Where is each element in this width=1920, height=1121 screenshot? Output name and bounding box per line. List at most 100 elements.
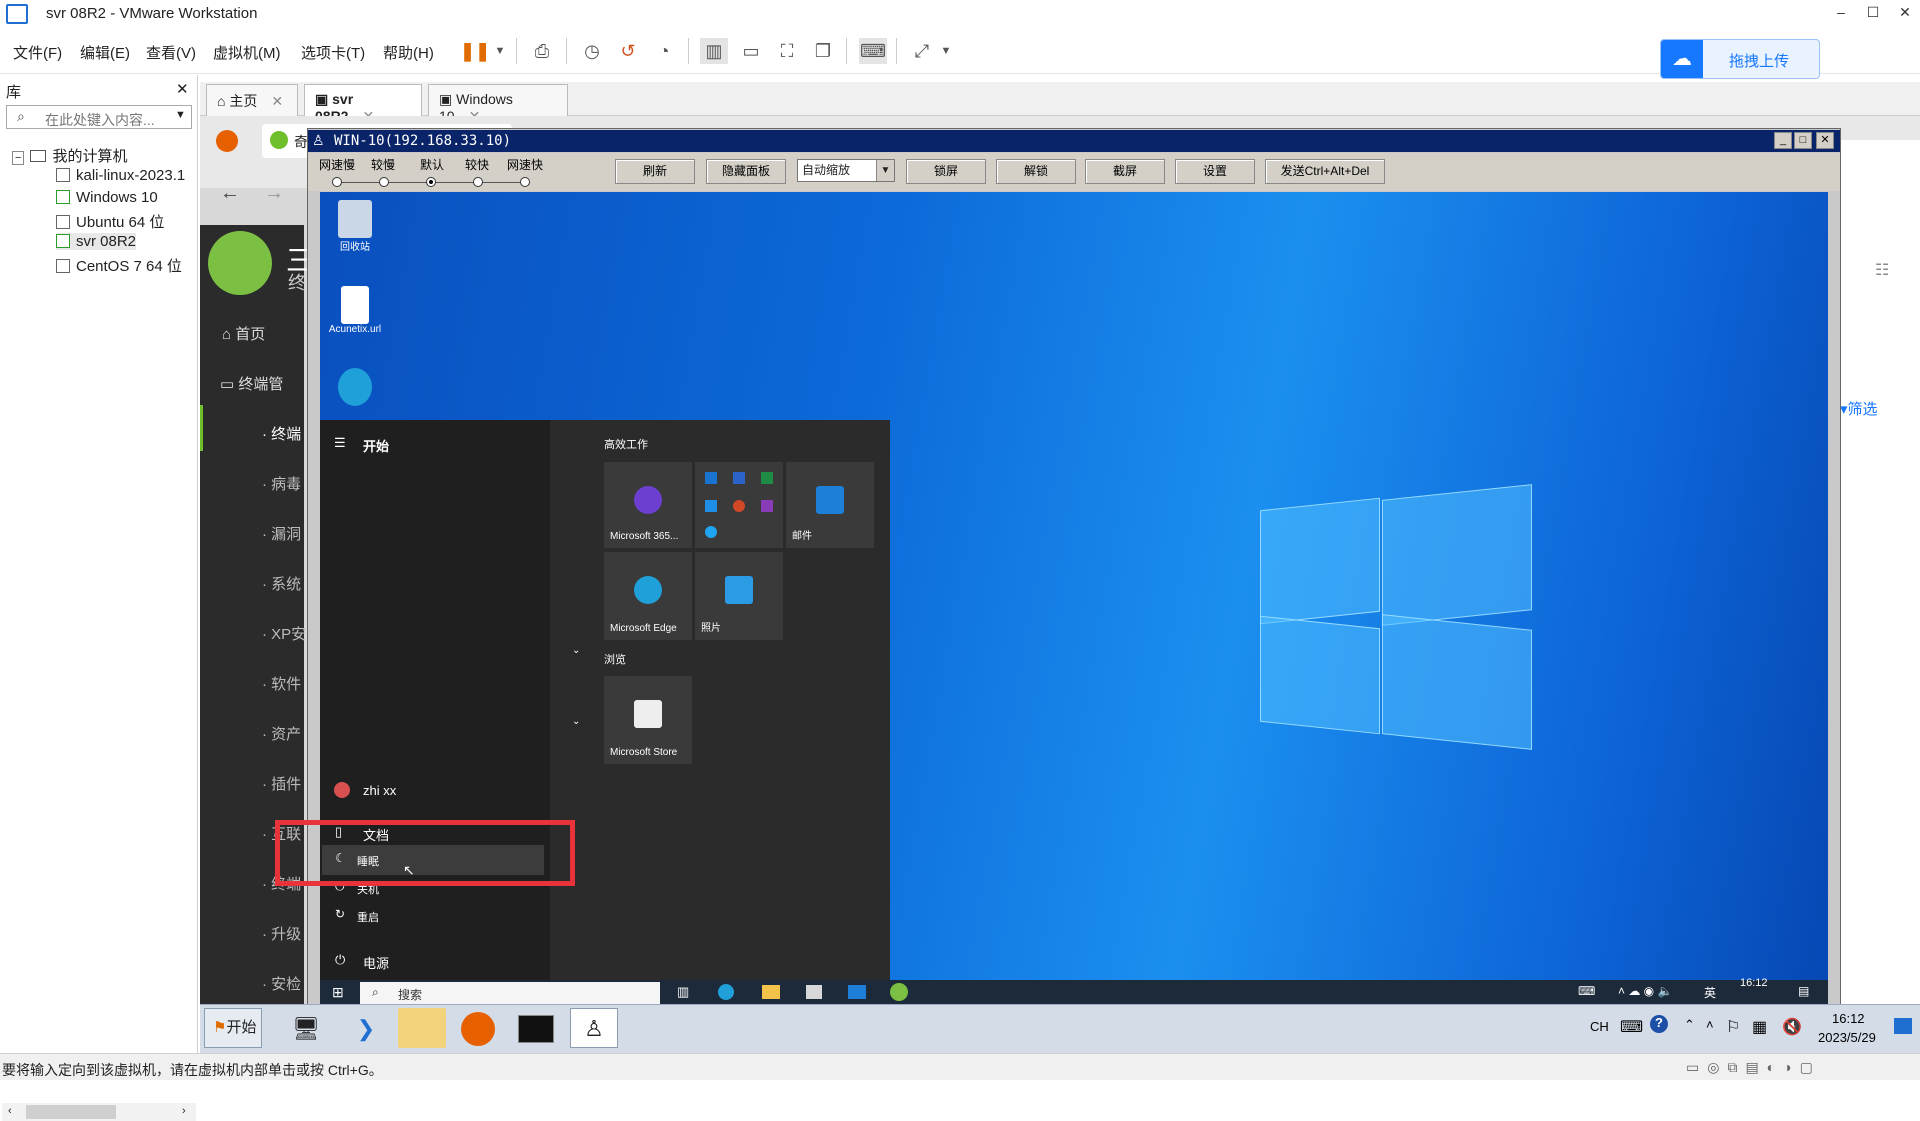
tab-svr08r2[interactable]: ▣ svr 08R2✕ — [304, 84, 422, 124]
tree-item-centos[interactable]: CentOS 7 64 位 — [56, 255, 182, 276]
tree-root[interactable]: − 我的计算机 — [12, 145, 127, 166]
speed-radio[interactable] — [520, 177, 530, 187]
tree-item-kali[interactable]: kali-linux-2023.1 — [56, 167, 185, 184]
start-button[interactable]: ⚑开始 — [204, 1008, 262, 1048]
tile-store[interactable]: Microsoft Store — [604, 676, 692, 764]
hide-panel-button[interactable]: 隐藏面板 — [706, 159, 786, 184]
powershell-icon[interactable]: ❯ — [342, 1008, 390, 1048]
tray-chevron-icon[interactable]: ˄ — [1706, 1017, 1714, 1032]
revert-snapshot-icon[interactable]: ↺ — [614, 38, 642, 64]
tray-icons[interactable]: ˄ ☁ ◉ 🔈 — [1618, 984, 1672, 998]
user-name[interactable]: zhi xx — [363, 783, 396, 798]
sidebar-sub-item[interactable]: · 安检 — [262, 973, 301, 994]
zoom-select[interactable]: 自动缩放 ▼ — [797, 159, 895, 182]
ime-indicator[interactable]: 英 — [1704, 984, 1716, 1001]
scroll-left-icon[interactable]: ‹ — [8, 1105, 12, 1117]
notification-icon[interactable]: ▤ — [1798, 984, 1809, 998]
pause-icon[interactable]: ❚❚ — [460, 38, 490, 64]
guest-clock[interactable]: 16:12 — [1740, 977, 1768, 989]
menu-edit[interactable]: 编辑(E) — [80, 42, 130, 63]
thumbnail-view-icon[interactable]: ▭ — [737, 38, 765, 64]
tree-item-ubuntu[interactable]: Ubuntu 64 位 — [56, 211, 164, 232]
show-desktop-icon[interactable] — [1894, 1018, 1912, 1034]
tile-edge[interactable]: Microsoft Edge — [604, 552, 692, 640]
maximize-button[interactable]: ☐ — [1858, 4, 1888, 21]
desktop-icon-recycle-bin[interactable]: 回收站 — [330, 200, 380, 253]
avatar[interactable] — [334, 782, 350, 798]
mail-icon[interactable] — [848, 985, 866, 999]
sidebar-item-home[interactable]: ⌂ 首页 — [222, 323, 265, 344]
sidebar-sub-item[interactable]: · 终端 — [262, 423, 301, 444]
scrollbar-thumb[interactable] — [26, 1105, 116, 1119]
network-icon[interactable]: ▦ — [1752, 1017, 1767, 1037]
rdp-close-button[interactable]: ✕ — [1816, 132, 1834, 149]
device-status-icons[interactable]: ▭◎⧉▤◐◑▢ — [1686, 1059, 1821, 1076]
sidebar-sub-item[interactable]: · 病毒 — [262, 473, 301, 494]
tree-item-windows10[interactable]: Windows 10 — [56, 189, 158, 206]
tile-mail[interactable]: 邮件 — [786, 462, 874, 548]
tree-item-svr08r2[interactable]: svr 08R2 — [56, 233, 137, 250]
minimize-button[interactable]: – — [1826, 4, 1856, 20]
tab-home[interactable]: ⌂ 主页 ✕ — [206, 84, 298, 116]
desktop-icon-edge[interactable] — [330, 368, 380, 406]
tile-office-apps[interactable] — [695, 462, 783, 548]
chevron-down-icon[interactable]: ▼ — [175, 109, 186, 121]
firefox-taskbar-icon[interactable] — [454, 1008, 502, 1048]
lock-screen-button[interactable]: 锁屏 — [906, 159, 986, 184]
tile-microsoft-365[interactable]: Microsoft 365... — [604, 462, 692, 548]
unlock-button[interactable]: 解锁 — [996, 159, 1076, 184]
stretch-dropdown-icon[interactable]: ▼ — [932, 38, 960, 64]
guest-search-box[interactable]: ⌕ 搜索 — [360, 982, 660, 1004]
unity-icon[interactable]: ❐ — [809, 38, 837, 64]
fullscreen-icon[interactable]: ⛶ — [773, 38, 801, 64]
send-ctrl-alt-del-button[interactable]: 发送Ctrl+Alt+Del — [1265, 159, 1385, 184]
tab-windows10[interactable]: ▣ Windows 10✕ — [428, 84, 568, 124]
speed-radio[interactable] — [379, 177, 389, 187]
console-view-icon[interactable]: ⌨ — [859, 38, 887, 64]
sidebar-sub-item[interactable]: · 漏洞 — [262, 523, 301, 544]
filter-button[interactable]: ▾筛选 — [1840, 398, 1878, 419]
rdp-minimize-button[interactable]: _ — [1774, 132, 1792, 149]
settings-button[interactable]: 设置 — [1175, 159, 1255, 184]
host-clock-date[interactable]: 2023/5/29 — [1818, 1030, 1876, 1045]
restart-menu-item[interactable]: 重启 — [357, 909, 379, 925]
send-keys-icon[interactable]: ⎙ — [528, 38, 556, 64]
refresh-button[interactable]: 刷新 — [615, 159, 695, 184]
collapse-chevron-icon[interactable]: ⌄ — [572, 645, 580, 656]
menu-view[interactable]: 查看(V) — [146, 42, 196, 63]
tab-close-icon[interactable]: ✕ — [271, 93, 283, 109]
rdp-maximize-button[interactable]: □ — [1794, 132, 1812, 149]
desktop-icon-acunetix[interactable]: Acunetix.url — [322, 286, 388, 335]
scroll-right-icon[interactable]: › — [182, 1105, 186, 1117]
chevron-down-icon[interactable]: ▼ — [876, 160, 894, 181]
collapse-icon[interactable]: − — [12, 151, 25, 165]
keyboard-icon[interactable]: ⌨ — [1620, 1017, 1643, 1037]
sidebar-sub-item[interactable]: · 升级 — [262, 923, 301, 944]
sidebar-sub-item[interactable]: · 软件 — [262, 673, 301, 694]
library-search-input[interactable]: ⌕ 在此处键入内容... ▼ — [6, 105, 192, 129]
pause-dropdown-icon[interactable]: ▼ — [486, 38, 514, 64]
sidebar-sub-item[interactable]: · 插件 — [262, 773, 301, 794]
library-close-button[interactable]: ✕ — [176, 80, 189, 98]
security-app-icon[interactable] — [890, 983, 908, 1001]
library-view-icon[interactable]: ▥ — [700, 38, 728, 64]
sidebar-item-terminal-mgmt[interactable]: ▭ 终端管 — [220, 373, 283, 394]
power-button[interactable]: 电源 — [363, 953, 389, 972]
sidebar-sub-item[interactable]: · 系统 — [262, 573, 301, 594]
speed-radio[interactable] — [473, 177, 483, 187]
folder-icon[interactable] — [762, 985, 780, 999]
library-scrollbar[interactable]: ‹ › — [2, 1103, 196, 1121]
snapshot-manager-icon[interactable]: ◔ — [650, 38, 678, 64]
upload-button[interactable]: ☁ 拖拽上传 — [1660, 39, 1820, 79]
flag-icon[interactable]: ⚐ — [1726, 1017, 1740, 1037]
help-icon[interactable]: ? — [1650, 1015, 1668, 1033]
speed-radio-selected[interactable] — [426, 177, 436, 187]
hamburger-icon[interactable]: ☰ — [334, 435, 346, 451]
menu-vm[interactable]: 虚拟机(M) — [213, 42, 281, 63]
explorer-icon[interactable] — [398, 1008, 446, 1048]
collapse-chevron-icon[interactable]: ⌄ — [572, 716, 580, 727]
menu-tabs[interactable]: 选项卡(T) — [301, 42, 365, 63]
back-icon[interactable]: ← — [220, 182, 240, 205]
cmd-icon[interactable] — [512, 1008, 560, 1048]
windows-start-icon[interactable]: ⊞ — [332, 984, 344, 1001]
